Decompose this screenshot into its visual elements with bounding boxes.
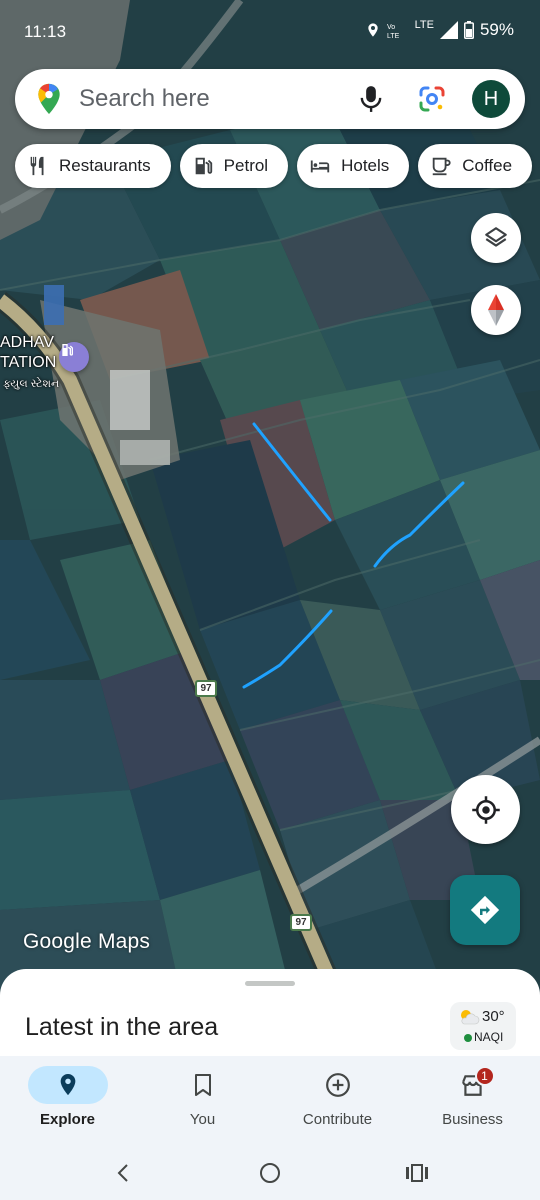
system-recents-button[interactable] bbox=[402, 1158, 432, 1188]
lens-icon[interactable] bbox=[418, 85, 446, 113]
category-chips: Restaurants Petrol Hotels Coffee bbox=[15, 144, 533, 188]
chip-label: Restaurants bbox=[59, 156, 151, 175]
sheet-title: Latest in the area bbox=[25, 1013, 219, 1041]
home-circle-icon bbox=[260, 1163, 280, 1183]
place-label-name[interactable]: ADHAV TATION bbox=[0, 333, 56, 373]
notification-badge: 1 bbox=[474, 1066, 495, 1086]
search-input[interactable]: Search here bbox=[79, 85, 358, 113]
route-shield: 97 bbox=[195, 680, 217, 697]
nav-label: You bbox=[189, 1111, 216, 1128]
sheet-drag-handle[interactable] bbox=[245, 981, 295, 986]
nav-label: Contribute bbox=[302, 1111, 373, 1128]
chip-hotels[interactable]: Hotels bbox=[297, 144, 410, 188]
partly-sunny-icon bbox=[461, 1010, 480, 1025]
system-back-button[interactable] bbox=[108, 1158, 138, 1188]
bottom-sheet[interactable]: Latest in the area 30° NAQI bbox=[0, 969, 540, 1059]
google-maps-pin-icon bbox=[38, 83, 60, 115]
add-circle-icon bbox=[325, 1073, 350, 1097]
fuel-station-marker[interactable] bbox=[59, 342, 89, 372]
recents-icon bbox=[406, 1164, 428, 1182]
fuel-pump-icon bbox=[62, 344, 73, 356]
system-navigation-bar bbox=[0, 1144, 540, 1200]
place-label-line1: ADHAV bbox=[0, 334, 54, 351]
svg-text:Vo: Vo bbox=[387, 24, 395, 31]
battery-percent: 59% bbox=[479, 20, 514, 39]
nav-business[interactable]: 1 Business bbox=[405, 1056, 540, 1144]
bookmark-icon bbox=[194, 1074, 211, 1096]
back-chevron-icon bbox=[117, 1164, 128, 1182]
fuel-pump-icon bbox=[195, 157, 212, 175]
place-label-local: ફ્યુલ સ્ટેશન bbox=[3, 378, 60, 390]
explore-pin-icon bbox=[60, 1074, 75, 1096]
battery-icon bbox=[463, 21, 474, 39]
system-home-button[interactable] bbox=[255, 1158, 285, 1188]
mic-icon[interactable] bbox=[358, 85, 384, 113]
nav-label: Business bbox=[442, 1111, 503, 1128]
bottom-navigation: Explore You Contribute 1 Business bbox=[0, 1056, 540, 1144]
chip-label: Petrol bbox=[223, 156, 269, 175]
bed-icon bbox=[310, 160, 330, 173]
fork-knife-icon bbox=[30, 156, 44, 176]
svg-text:LTE: LTE bbox=[387, 33, 400, 39]
avatar[interactable]: H bbox=[472, 80, 510, 118]
weather-widget[interactable]: 30° NAQI bbox=[450, 1002, 516, 1050]
place-label-line2: TATION bbox=[0, 354, 57, 371]
chip-restaurants[interactable]: Restaurants bbox=[15, 144, 171, 188]
nav-explore[interactable]: Explore bbox=[0, 1056, 135, 1144]
compass-icon bbox=[488, 294, 504, 326]
layers-icon bbox=[485, 227, 507, 247]
chip-coffee[interactable]: Coffee bbox=[418, 144, 533, 188]
status-time: 11:13 bbox=[24, 22, 67, 41]
directions-button[interactable] bbox=[450, 875, 520, 945]
layers-button[interactable] bbox=[471, 213, 521, 263]
crosshair-icon bbox=[471, 795, 500, 824]
weather-temp: 30° bbox=[482, 1008, 505, 1025]
chip-label: Hotels bbox=[341, 156, 390, 175]
chip-label: Coffee bbox=[462, 156, 513, 175]
coffee-cup-icon bbox=[433, 157, 451, 176]
nav-contribute[interactable]: Contribute bbox=[270, 1056, 405, 1144]
signal-icon bbox=[439, 21, 458, 39]
volte-icon: Vo LTE bbox=[387, 24, 400, 39]
nav-you[interactable]: You bbox=[135, 1056, 270, 1144]
my-location-button[interactable] bbox=[451, 775, 520, 844]
network-type: LTE bbox=[414, 19, 434, 31]
compass-button[interactable] bbox=[471, 285, 521, 335]
google-maps-logo: Google Maps bbox=[23, 930, 151, 953]
status-bar: 11:13 Vo LTE LTE 59% bbox=[0, 0, 540, 62]
directions-icon bbox=[470, 895, 500, 925]
route-shield: 97 bbox=[290, 914, 312, 931]
aqi-label: NAQI bbox=[474, 1030, 504, 1044]
search-bar[interactable]: Search here H bbox=[15, 69, 525, 129]
nav-label: Explore bbox=[39, 1111, 96, 1128]
chip-petrol[interactable]: Petrol bbox=[179, 144, 289, 188]
location-icon bbox=[367, 23, 378, 37]
aqi-status-dot bbox=[464, 1034, 472, 1042]
